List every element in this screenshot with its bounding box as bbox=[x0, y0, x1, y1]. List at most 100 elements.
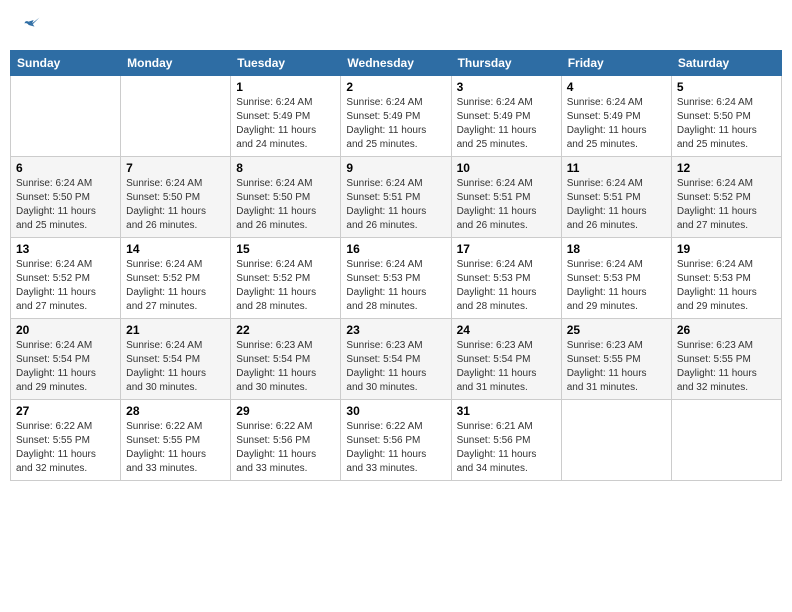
weekday-header: Sunday bbox=[11, 51, 121, 76]
day-number: 1 bbox=[236, 80, 335, 94]
calendar-cell: 10 Sunrise: 6:24 AM Sunset: 5:51 PM Dayli… bbox=[451, 157, 561, 238]
day-info: Sunrise: 6:24 AM Sunset: 5:52 PM Dayligh… bbox=[677, 177, 776, 233]
calendar-week-row: 27 Sunrise: 6:22 AM Sunset: 5:55 PM Dayli… bbox=[11, 400, 782, 481]
day-info: Sunrise: 6:24 AM Sunset: 5:53 PM Dayligh… bbox=[457, 258, 556, 314]
day-info: Sunrise: 6:24 AM Sunset: 5:52 PM Dayligh… bbox=[16, 258, 115, 314]
day-info: Sunrise: 6:23 AM Sunset: 5:54 PM Dayligh… bbox=[236, 339, 335, 395]
calendar-cell: 17 Sunrise: 6:24 AM Sunset: 5:53 PM Dayli… bbox=[451, 238, 561, 319]
day-info: Sunrise: 6:23 AM Sunset: 5:54 PM Dayligh… bbox=[457, 339, 556, 395]
calendar-cell: 8 Sunrise: 6:24 AM Sunset: 5:50 PM Daylig… bbox=[231, 157, 341, 238]
day-number: 9 bbox=[346, 161, 445, 175]
day-info: Sunrise: 6:23 AM Sunset: 5:55 PM Dayligh… bbox=[677, 339, 776, 395]
day-number: 6 bbox=[16, 161, 115, 175]
weekday-header: Saturday bbox=[671, 51, 781, 76]
day-number: 17 bbox=[457, 242, 556, 256]
calendar-cell: 11Sunrise: 6:24 AM Sunset: 5:51 PM Dayli… bbox=[561, 157, 671, 238]
day-info: Sunrise: 6:22 AM Sunset: 5:55 PM Dayligh… bbox=[126, 420, 225, 476]
day-number: 25 bbox=[567, 323, 666, 337]
calendar-cell: 20 Sunrise: 6:24 AM Sunset: 5:54 PM Dayli… bbox=[11, 319, 121, 400]
calendar-cell: 16 Sunrise: 6:24 AM Sunset: 5:53 PM Dayli… bbox=[341, 238, 451, 319]
day-info: Sunrise: 6:24 AM Sunset: 5:49 PM Dayligh… bbox=[236, 96, 335, 152]
day-number: 26 bbox=[677, 323, 776, 337]
day-number: 12 bbox=[677, 161, 776, 175]
page-header bbox=[10, 10, 782, 40]
calendar-week-row: 13 Sunrise: 6:24 AM Sunset: 5:52 PM Dayli… bbox=[11, 238, 782, 319]
day-number: 27 bbox=[16, 404, 115, 418]
weekday-header: Thursday bbox=[451, 51, 561, 76]
calendar-cell: 29 Sunrise: 6:22 AM Sunset: 5:56 PM Dayli… bbox=[231, 400, 341, 481]
calendar-cell: 24 Sunrise: 6:23 AM Sunset: 5:54 PM Dayli… bbox=[451, 319, 561, 400]
day-number: 31 bbox=[457, 404, 556, 418]
calendar-cell: 30 Sunrise: 6:22 AM Sunset: 5:56 PM Dayli… bbox=[341, 400, 451, 481]
calendar-cell: 19 Sunrise: 6:24 AM Sunset: 5:53 PM Dayli… bbox=[671, 238, 781, 319]
day-number: 19 bbox=[677, 242, 776, 256]
calendar-cell: 26 Sunrise: 6:23 AM Sunset: 5:55 PM Dayli… bbox=[671, 319, 781, 400]
day-info: Sunrise: 6:24 AM Sunset: 5:53 PM Dayligh… bbox=[567, 258, 666, 314]
day-number: 23 bbox=[346, 323, 445, 337]
calendar-cell: 3 Sunrise: 6:24 AM Sunset: 5:49 PM Daylig… bbox=[451, 76, 561, 157]
day-info: Sunrise: 6:23 AM Sunset: 5:55 PM Dayligh… bbox=[567, 339, 666, 395]
calendar-cell: 12 Sunrise: 6:24 AM Sunset: 5:52 PM Dayli… bbox=[671, 157, 781, 238]
day-number: 24 bbox=[457, 323, 556, 337]
day-number: 13 bbox=[16, 242, 115, 256]
day-info: Sunrise: 6:22 AM Sunset: 5:56 PM Dayligh… bbox=[346, 420, 445, 476]
calendar-header-row: SundayMondayTuesdayWednesdayThursdayFrid… bbox=[11, 51, 782, 76]
day-info: Sunrise: 6:24 AM Sunset: 5:52 PM Dayligh… bbox=[126, 258, 225, 314]
calendar-cell: 18 Sunrise: 6:24 AM Sunset: 5:53 PM Dayli… bbox=[561, 238, 671, 319]
day-number: 28 bbox=[126, 404, 225, 418]
weekday-header: Wednesday bbox=[341, 51, 451, 76]
calendar-cell bbox=[121, 76, 231, 157]
day-info: Sunrise: 6:21 AM Sunset: 5:56 PM Dayligh… bbox=[457, 420, 556, 476]
day-info: Sunrise: 6:24 AM Sunset: 5:49 PM Dayligh… bbox=[457, 96, 556, 152]
logo-bird-icon bbox=[22, 15, 42, 35]
day-number: 4 bbox=[567, 80, 666, 94]
calendar-cell: 23Sunrise: 6:23 AM Sunset: 5:54 PM Dayli… bbox=[341, 319, 451, 400]
calendar-cell: 14 Sunrise: 6:24 AM Sunset: 5:52 PM Dayli… bbox=[121, 238, 231, 319]
day-number: 16 bbox=[346, 242, 445, 256]
day-number: 29 bbox=[236, 404, 335, 418]
calendar-cell: 27 Sunrise: 6:22 AM Sunset: 5:55 PM Dayli… bbox=[11, 400, 121, 481]
calendar-cell: 13 Sunrise: 6:24 AM Sunset: 5:52 PM Dayli… bbox=[11, 238, 121, 319]
day-info: Sunrise: 6:24 AM Sunset: 5:54 PM Dayligh… bbox=[16, 339, 115, 395]
calendar-cell: 6 Sunrise: 6:24 AM Sunset: 5:50 PM Daylig… bbox=[11, 157, 121, 238]
day-number: 11 bbox=[567, 161, 666, 175]
day-number: 5 bbox=[677, 80, 776, 94]
calendar-cell: 25 Sunrise: 6:23 AM Sunset: 5:55 PM Dayli… bbox=[561, 319, 671, 400]
weekday-header: Tuesday bbox=[231, 51, 341, 76]
calendar-week-row: 20 Sunrise: 6:24 AM Sunset: 5:54 PM Dayli… bbox=[11, 319, 782, 400]
day-number: 8 bbox=[236, 161, 335, 175]
calendar-cell bbox=[671, 400, 781, 481]
day-info: Sunrise: 6:24 AM Sunset: 5:53 PM Dayligh… bbox=[346, 258, 445, 314]
day-number: 10 bbox=[457, 161, 556, 175]
calendar-cell: 31 Sunrise: 6:21 AM Sunset: 5:56 PM Dayli… bbox=[451, 400, 561, 481]
day-info: Sunrise: 6:24 AM Sunset: 5:50 PM Dayligh… bbox=[236, 177, 335, 233]
calendar-cell: 9 Sunrise: 6:24 AM Sunset: 5:51 PM Daylig… bbox=[341, 157, 451, 238]
calendar-cell: 7 Sunrise: 6:24 AM Sunset: 5:50 PM Daylig… bbox=[121, 157, 231, 238]
day-number: 7 bbox=[126, 161, 225, 175]
day-number: 21 bbox=[126, 323, 225, 337]
calendar-cell: 28 Sunrise: 6:22 AM Sunset: 5:55 PM Dayli… bbox=[121, 400, 231, 481]
day-number: 20 bbox=[16, 323, 115, 337]
day-info: Sunrise: 6:24 AM Sunset: 5:51 PM Dayligh… bbox=[346, 177, 445, 233]
logo bbox=[20, 15, 42, 35]
day-number: 30 bbox=[346, 404, 445, 418]
calendar-cell: 21Sunrise: 6:24 AM Sunset: 5:54 PM Dayli… bbox=[121, 319, 231, 400]
calendar-cell bbox=[561, 400, 671, 481]
day-number: 15 bbox=[236, 242, 335, 256]
day-info: Sunrise: 6:24 AM Sunset: 5:53 PM Dayligh… bbox=[677, 258, 776, 314]
day-number: 14 bbox=[126, 242, 225, 256]
calendar-week-row: 6 Sunrise: 6:24 AM Sunset: 5:50 PM Daylig… bbox=[11, 157, 782, 238]
day-number: 2 bbox=[346, 80, 445, 94]
day-info: Sunrise: 6:24 AM Sunset: 5:50 PM Dayligh… bbox=[16, 177, 115, 233]
calendar-cell: 4Sunrise: 6:24 AM Sunset: 5:49 PM Daylig… bbox=[561, 76, 671, 157]
day-number: 3 bbox=[457, 80, 556, 94]
day-info: Sunrise: 6:24 AM Sunset: 5:50 PM Dayligh… bbox=[677, 96, 776, 152]
day-number: 18 bbox=[567, 242, 666, 256]
day-info: Sunrise: 6:22 AM Sunset: 5:56 PM Dayligh… bbox=[236, 420, 335, 476]
day-info: Sunrise: 6:24 AM Sunset: 5:50 PM Dayligh… bbox=[126, 177, 225, 233]
day-info: Sunrise: 6:22 AM Sunset: 5:55 PM Dayligh… bbox=[16, 420, 115, 476]
calendar-cell bbox=[11, 76, 121, 157]
day-info: Sunrise: 6:24 AM Sunset: 5:51 PM Dayligh… bbox=[457, 177, 556, 233]
weekday-header: Monday bbox=[121, 51, 231, 76]
calendar-cell: 5 Sunrise: 6:24 AM Sunset: 5:50 PM Daylig… bbox=[671, 76, 781, 157]
